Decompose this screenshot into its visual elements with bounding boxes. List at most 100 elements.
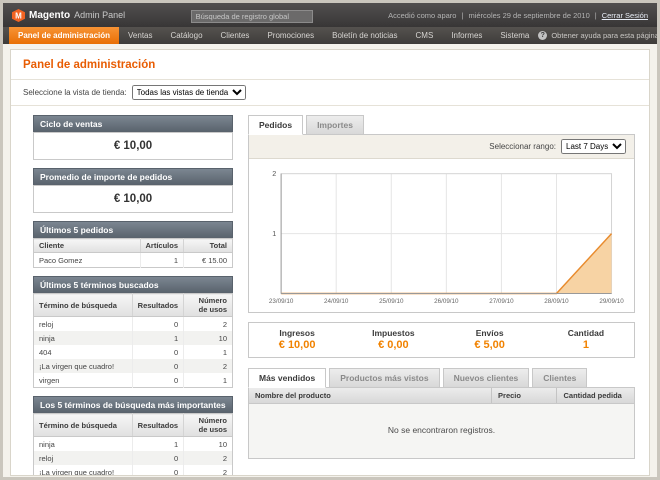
orders-chart: 1223/09/1024/09/1025/09/1026/09/1027/09/… [256, 165, 627, 310]
global-search [191, 6, 313, 24]
svg-text:26/09/10: 26/09/10 [434, 298, 459, 305]
top-search-terms-card: Los 5 términos de búsqueda más important… [33, 396, 233, 476]
nav-item-catalogo[interactable]: Catálogo [162, 27, 212, 44]
table-row[interactable]: 40401 [34, 345, 233, 359]
logo-primary-text: Magento [29, 10, 70, 21]
nav-item-promociones[interactable]: Promociones [258, 27, 323, 44]
col-header-termino: Término de búsqueda [34, 414, 133, 437]
dashboard-columns: Ciclo de ventas € 10,00 Promedio de impo… [11, 106, 649, 476]
range-select[interactable]: Last 7 Days [561, 139, 626, 154]
tab-mas-vendidos[interactable]: Más vendidos [248, 368, 326, 388]
tab-nuevos-clientes[interactable]: Nuevos clientes [443, 368, 530, 388]
card-title: Últimos 5 términos buscados [33, 276, 233, 293]
header-bar: M Magento Admin Panel Accedió como aparo… [3, 3, 657, 27]
page-title: Panel de administración [11, 50, 649, 79]
svg-text:28/09/10: 28/09/10 [544, 298, 569, 305]
magento-admin-window: M Magento Admin Panel Accedió como aparo… [0, 0, 660, 480]
svg-text:29/09/10: 29/09/10 [599, 298, 624, 305]
col-header-cantidad: Cantidad pedida [557, 388, 634, 404]
table-cell: 1 [132, 437, 183, 452]
separator: | [461, 11, 463, 20]
table-row[interactable]: ¡La virgen que cuadro!02 [34, 465, 233, 476]
nav-item-dashboard[interactable]: Panel de administración [9, 27, 119, 44]
col-header-usos: Número de usos [184, 294, 233, 317]
nav-item-informes[interactable]: Informes [442, 27, 491, 44]
col-header-termino: Término de búsqueda [34, 294, 133, 317]
table-cell: 2 [184, 451, 233, 465]
tab-clientes[interactable]: Clientes [532, 368, 587, 388]
products-tabs: Más vendidos Productos más vistos Nuevos… [248, 368, 635, 388]
help-label: Obtener ayuda para esta página [551, 31, 659, 40]
global-search-input[interactable] [191, 10, 313, 23]
lifetime-sales-value: € 10,00 [33, 132, 233, 160]
table-cell: 1 [132, 331, 183, 345]
table-header-row: Nombre del producto Precio Cantidad pedi… [249, 388, 634, 404]
last-search-terms-card: Últimos 5 términos buscados Término de b… [33, 276, 233, 388]
table-cell: 0 [132, 359, 183, 373]
table-cell: 2 [184, 465, 233, 476]
table-cell: virgen [34, 373, 133, 388]
table-cell: 2 [184, 359, 233, 373]
col-header-resultados: Resultados [132, 414, 183, 437]
tab-productos-mas-vistos[interactable]: Productos más vistos [329, 368, 439, 388]
empty-records-message: No se encontraron registros. [249, 403, 634, 458]
table-row[interactable]: ¡La virgen que cuadro!02 [34, 359, 233, 373]
store-view-select[interactable]: Todas las vistas de tienda [132, 85, 246, 100]
chart-tabs: Pedidos Importes [248, 115, 635, 135]
tab-importes[interactable]: Importes [306, 115, 364, 135]
table-row[interactable]: virgen01 [34, 373, 233, 388]
svg-text:27/09/10: 27/09/10 [489, 298, 514, 305]
products-table: Nombre del producto Precio Cantidad pedi… [249, 388, 634, 458]
table-cell: 404 [34, 345, 133, 359]
stat-value: € 0,00 [345, 339, 441, 351]
svg-text:23/09/10: 23/09/10 [269, 298, 294, 305]
col-header-total: Total [184, 239, 233, 253]
col-header-nombre: Nombre del producto [249, 388, 492, 404]
table-header-row: Término de búsqueda Resultados Número de… [34, 294, 233, 317]
table-header-row: Cliente Artículos Total [34, 239, 233, 253]
table-cell: 0 [132, 345, 183, 359]
table-row[interactable]: ninja110 [34, 437, 233, 452]
tab-pedidos[interactable]: Pedidos [248, 115, 303, 135]
table-row[interactable]: ninja110 [34, 331, 233, 345]
table-cell: reloj [34, 451, 133, 465]
products-panel: Nombre del producto Precio Cantidad pedi… [248, 387, 635, 459]
top-search-terms-table: Término de búsqueda Resultados Número de… [33, 413, 233, 476]
help-icon: ? [538, 31, 547, 40]
stat-value: € 10,00 [249, 339, 345, 351]
table-header-row: Término de búsqueda Resultados Número de… [34, 414, 233, 437]
table-row[interactable]: Paco Gomez1€ 15.00 [34, 253, 233, 268]
stat-cantidad: Cantidad 1 [538, 328, 634, 351]
svg-text:M: M [15, 11, 22, 20]
stat-impuestos: Impuestos € 0,00 [345, 328, 441, 351]
stat-label: Envíos [442, 328, 538, 338]
page-area: Panel de administración Seleccione la vi… [3, 44, 657, 480]
session-info: Accedió como aparo | miércoles 29 de sep… [388, 11, 648, 20]
stat-label: Ingresos [249, 328, 345, 338]
magento-logo[interactable]: M Magento Admin Panel [12, 9, 125, 22]
table-row[interactable]: reloj02 [34, 451, 233, 465]
help-link[interactable]: ? Obtener ayuda para esta página [538, 27, 659, 44]
table-cell: 10 [184, 437, 233, 452]
nav-item-cms[interactable]: CMS [407, 27, 443, 44]
main-navigation: Panel de administración Ventas Catálogo … [3, 27, 657, 44]
table-cell: 0 [132, 373, 183, 388]
table-cell: 0 [132, 451, 183, 465]
svg-text:25/09/10: 25/09/10 [379, 298, 404, 305]
current-date-text: miércoles 29 de septiembre de 2010 [468, 11, 589, 20]
average-orders-value: € 10,00 [33, 185, 233, 213]
card-title: Ciclo de ventas [33, 115, 233, 132]
table-cell: ¡La virgen que cuadro! [34, 465, 133, 476]
table-cell: Paco Gomez [34, 253, 141, 268]
totals-bar: Ingresos € 10,00 Impuestos € 0,00 Envíos… [248, 322, 635, 358]
nav-item-ventas[interactable]: Ventas [119, 27, 161, 44]
card-title: Los 5 términos de búsqueda más important… [33, 396, 233, 413]
nav-item-boletin[interactable]: Boletín de noticias [323, 27, 406, 44]
table-cell: 2 [184, 317, 233, 332]
table-row[interactable]: reloj02 [34, 317, 233, 332]
nav-item-sistema[interactable]: Sistema [491, 27, 538, 44]
table-cell: 1 [184, 373, 233, 388]
lifetime-sales-card: Ciclo de ventas € 10,00 [33, 115, 233, 160]
nav-item-clientes[interactable]: Clientes [212, 27, 259, 44]
logout-link[interactable]: Cerrar Sesión [602, 11, 648, 20]
